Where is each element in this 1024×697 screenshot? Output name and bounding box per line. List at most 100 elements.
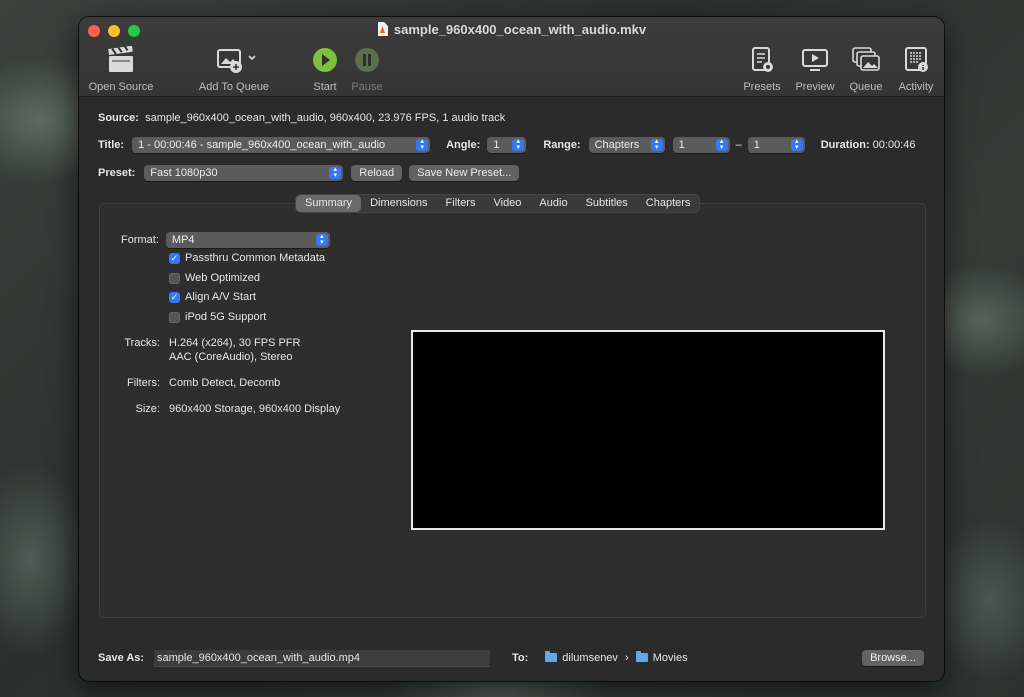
select-stepper-icon: ▴ ▾ <box>650 138 663 151</box>
range-label: Range: <box>543 139 581 151</box>
activity-label: Activity <box>898 81 934 93</box>
tracks-label: Tracks: <box>124 337 160 349</box>
folder-movies: Movies <box>652 652 688 664</box>
angle-label: Angle: <box>446 139 481 151</box>
checkbox-unchecked-icon <box>169 311 180 323</box>
presets-button[interactable]: Presets <box>739 45 785 93</box>
range-start-select[interactable]: 1 ▴ ▾ <box>672 137 730 153</box>
tracks-line-2: AAC (CoreAudio), Stereo <box>169 351 293 363</box>
to-label: To: <box>512 652 529 664</box>
checkbox-label: iPod 5G Support <box>185 311 267 323</box>
window-title-text: sample_960x400_ocean_with_audio.mkv <box>393 22 647 37</box>
title-label: Title: <box>98 139 125 151</box>
preset-row: Preset: Fast 1080p30 ▴ ▾ Reload Save New … <box>98 165 520 181</box>
handbrake-window: sample_960x400_ocean_with_audio.mkv Open… <box>79 17 944 681</box>
filters-label: Filters: <box>127 377 160 389</box>
destination: To: dilumsenev › Movies <box>512 651 688 664</box>
checkbox-ipod-support[interactable]: iPod 5G Support <box>169 311 266 323</box>
tab-subtitles[interactable]: Subtitles <box>577 195 637 212</box>
presets-icon <box>752 47 773 72</box>
checkbox-label: Web Optimized <box>185 272 260 284</box>
range-type-value: Chapters <box>594 139 640 151</box>
play-icon <box>313 48 337 72</box>
size-label: Size: <box>135 403 160 415</box>
format-select-value: MP4 <box>171 234 195 246</box>
checkbox-unchecked-icon <box>169 272 180 284</box>
angle-select[interactable]: 1 ▴ ▾ <box>487 137 527 153</box>
select-stepper-icon: ▴ ▾ <box>315 233 328 246</box>
checkbox-passthru-metadata[interactable]: ✓ Passthru Common Metadata <box>169 252 325 264</box>
save-as-filename-field[interactable]: sample_960x400_ocean_with_audio.mp4 <box>154 650 490 667</box>
title-bar: sample_960x400_ocean_with_audio.mkv Open… <box>79 17 944 97</box>
open-source-button[interactable]: Open Source <box>85 45 157 93</box>
range-end-select[interactable]: 1 ▴ ▾ <box>747 137 805 153</box>
source-row: Source: sample_960x400_ocean_with_audio,… <box>98 111 505 125</box>
tracks-line-1: H.264 (x264), 30 FPS PFR <box>169 337 301 349</box>
tab-video[interactable]: Video <box>484 195 530 212</box>
path-separator: › <box>625 652 629 664</box>
select-stepper-icon: ▴ ▾ <box>715 138 728 151</box>
add-to-queue-label: Add To Queue <box>198 81 270 93</box>
checkbox-label: Passthru Common Metadata <box>185 252 326 264</box>
save-as-label: Save As: <box>98 652 144 664</box>
main-content: Source: sample_960x400_ocean_with_audio,… <box>79 97 944 681</box>
filters-value: Comb Detect, Decomb <box>169 377 281 389</box>
pause-button[interactable]: Pause <box>347 45 387 93</box>
open-source-label: Open Source <box>88 81 154 93</box>
duration-value: 00:00:46 <box>872 139 916 151</box>
checkbox-web-optimized[interactable]: Web Optimized <box>169 272 260 284</box>
add-to-queue-button[interactable]: Add To Queue <box>191 45 277 93</box>
window-title: sample_960x400_ocean_with_audio.mkv <box>79 22 944 37</box>
reload-button[interactable]: Reload <box>351 165 403 181</box>
duration-label: Duration: <box>820 139 870 151</box>
select-stepper-icon: ▴ ▾ <box>416 138 429 151</box>
pause-icon <box>355 48 379 72</box>
preset-select[interactable]: Fast 1080p30 ▴ ▾ <box>144 165 344 181</box>
title-select-value: 1 - 00:00:46 - sample_960x400_ocean_with… <box>138 139 386 151</box>
format-label: Format: <box>121 234 159 246</box>
format-row: Format: MP4 ▴ ▾ <box>121 232 330 248</box>
source-label: Source: <box>98 112 139 124</box>
title-row: Title: 1 - 00:00:46 - sample_960x400_oce… <box>98 137 916 153</box>
document-icon <box>377 22 388 36</box>
tab-dimensions[interactable]: Dimensions <box>361 195 436 212</box>
preview-label: Preview <box>795 81 835 93</box>
range-dash: – <box>735 139 742 151</box>
preset-select-value: Fast 1080p30 <box>150 167 218 179</box>
video-preview <box>411 330 885 530</box>
save-new-preset-button[interactable]: Save New Preset... <box>409 165 520 181</box>
queue-button[interactable]: Queue <box>843 45 889 93</box>
checkbox-checked-icon: ✓ <box>169 252 180 264</box>
title-select[interactable]: 1 - 00:00:46 - sample_960x400_ocean_with… <box>132 137 431 153</box>
tab-summary[interactable]: Summary <box>296 195 362 212</box>
activity-button[interactable]: Activity <box>893 45 939 93</box>
queue-icon <box>852 47 880 71</box>
checkbox-label: Align A/V Start <box>185 291 256 303</box>
preview-button[interactable]: Preview <box>791 45 839 93</box>
tab-filters[interactable]: Filters <box>437 195 485 212</box>
range-start-value: 1 <box>678 139 685 151</box>
preview-icon <box>802 49 828 71</box>
size-value: 960x400 Storage, 960x400 Display <box>169 403 341 415</box>
checkbox-align-av-start[interactable]: ✓ Align A/V Start <box>169 291 256 303</box>
select-stepper-icon: ▴ ▾ <box>512 138 525 151</box>
select-stepper-icon: ▴ ▾ <box>329 166 342 179</box>
chevron-down-icon <box>248 55 256 61</box>
pause-label: Pause <box>351 81 383 93</box>
activity-log-icon <box>905 47 928 72</box>
range-type-select[interactable]: Chapters ▴ ▾ <box>588 137 665 153</box>
tab-audio[interactable]: Audio <box>530 195 576 212</box>
path-control[interactable]: dilumsenev › Movies <box>545 651 688 664</box>
tab-chapters[interactable]: Chapters <box>637 195 700 212</box>
folder-icon <box>635 651 648 662</box>
start-button[interactable]: Start <box>305 45 345 93</box>
browse-button[interactable]: Browse... <box>862 650 924 666</box>
preset-label: Preset: <box>98 167 136 179</box>
tab-bar: Summary Dimensions Filters Video Audio S… <box>296 195 700 212</box>
folder-dilumsenev: dilumsenev <box>562 652 618 664</box>
checkbox-checked-icon: ✓ <box>169 291 180 303</box>
source-value: sample_960x400_ocean_with_audio, 960x400… <box>145 112 506 124</box>
folder-icon <box>545 651 558 662</box>
queue-label: Queue <box>849 81 883 93</box>
format-select[interactable]: MP4 ▴ ▾ <box>165 232 330 248</box>
